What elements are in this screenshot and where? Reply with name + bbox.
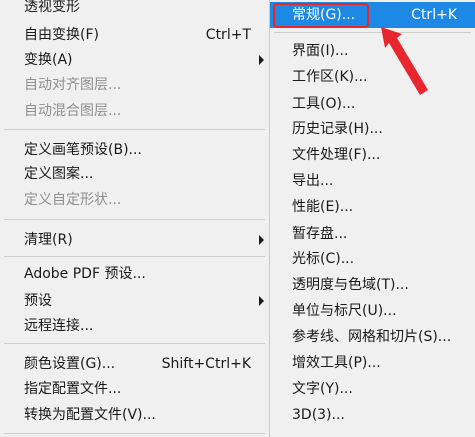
shortcut-label: Ctrl+K (411, 7, 457, 23)
menu-item-label: 参考线、网格和切片(S)... (292, 329, 452, 345)
menu-item-color-settings[interactable]: 颜色设置(G)... Shift+Ctrl+K (0, 351, 269, 377)
submenu-item-workspace[interactable]: 工作区(K)... (270, 64, 475, 90)
menu-item-label: 清理(R) (24, 232, 73, 248)
menu-item-label: 预设 (24, 293, 52, 309)
menu-item-label: 历史记录(H)... (292, 121, 383, 137)
menu-item-label: 单位与标尺(U)... (292, 303, 397, 319)
menu-item-label: 指定配置文件... (24, 381, 122, 397)
submenu-item-type[interactable]: 文字(Y)... (270, 376, 475, 402)
submenu-item-guides-grid-slices[interactable]: 参考线、网格和切片(S)... (270, 324, 475, 350)
menu-item-label: 颜色设置(G)... (24, 356, 116, 372)
menu-item-label: 导出... (292, 173, 334, 189)
menu-item-perspective-warp[interactable]: 透视变形 (0, 0, 269, 20)
submenu-item-history-log[interactable]: 历史记录(H)... (270, 116, 475, 142)
edit-menu: 透视变形 自由变换(F) Ctrl+T 变换(A) 自动对齐图层... 自动混合图… (0, 0, 269, 437)
menu-item-transform[interactable]: 变换(A) (0, 47, 269, 73)
menu-item-label: 自由变换(F) (24, 27, 99, 43)
submenu-arrow-icon (259, 296, 264, 306)
menu-separator (274, 32, 471, 33)
menu-item-label: 工作区(K)... (292, 69, 368, 85)
menu-item-label: 定义画笔预设(B)... (24, 142, 142, 158)
menu-item-label: 工具(O)... (292, 96, 356, 112)
menu-item-purge[interactable]: 清理(R) (0, 227, 269, 253)
menu-item-free-transform[interactable]: 自由变换(F) Ctrl+T (0, 22, 269, 48)
menu-item-label: 光标(C)... (292, 251, 355, 267)
menu-item-label: 文字(Y)... (292, 381, 353, 397)
shortcut-label: Shift+Ctrl+K (161, 356, 251, 372)
menu-item-label: 自动混合图层... (24, 103, 122, 119)
submenu-item-performance[interactable]: 性能(E)... (270, 194, 475, 220)
menu-item-remote-connections[interactable]: 远程连接... (0, 313, 269, 339)
submenu-item-3d[interactable]: 3D(3)... (270, 402, 475, 428)
menu-item-label: 变换(A) (24, 52, 73, 68)
menu-item-label: 文件处理(F)... (292, 147, 381, 163)
menu-item-label: 定义自定形状... (24, 192, 122, 208)
menu-item-label: 界面(I)... (292, 43, 349, 59)
menu-separator (4, 433, 265, 434)
menu-item-label: 增效工具(P)... (292, 355, 381, 371)
menu-item-label: 自动对齐图层... (24, 77, 122, 93)
menu-separator (4, 256, 265, 257)
submenu-item-file-handling[interactable]: 文件处理(F)... (270, 142, 475, 168)
menu-item-assign-profile[interactable]: 指定配置文件... (0, 376, 269, 402)
menu-item-label: 定义图案... (24, 166, 94, 182)
menu-item-define-pattern[interactable]: 定义图案... (0, 161, 269, 187)
submenu-item-tools[interactable]: 工具(O)... (270, 91, 475, 117)
submenu-item-cursors[interactable]: 光标(C)... (270, 246, 475, 272)
menu-item-define-custom-shape: 定义自定形状... (0, 187, 269, 213)
menu-separator (4, 343, 265, 344)
submenu-item-general[interactable]: 常规(G)... Ctrl+K (270, 2, 475, 28)
menu-item-convert-to-profile[interactable]: 转换为配置文件(V)... (0, 402, 269, 428)
menu-item-define-brush-preset[interactable]: 定义画笔预设(B)... (0, 137, 269, 163)
submenu-item-interface[interactable]: 界面(I)... (270, 38, 475, 64)
submenu-arrow-icon (259, 55, 264, 65)
submenu-item-plugins[interactable]: 增效工具(P)... (270, 350, 475, 376)
menu-item-presets[interactable]: 预设 (0, 288, 269, 314)
menu-item-label: 转换为配置文件(V)... (24, 407, 156, 423)
menu-separator (4, 129, 265, 130)
menu-item-label: Adobe PDF 预设... (24, 266, 146, 282)
menu-item-label: 透视变形 (24, 0, 80, 15)
menu-item-label: 性能(E)... (292, 199, 354, 215)
menu-item-label: 透明度与色域(T)... (292, 277, 409, 293)
menu-item-adobe-pdf-presets[interactable]: Adobe PDF 预设... (0, 261, 269, 287)
shortcut-label: Ctrl+T (205, 27, 251, 43)
preferences-submenu: 常规(G)... Ctrl+K 界面(I)... 工作区(K)... 工具(O).… (269, 0, 475, 437)
menu-item-auto-align-layers: 自动对齐图层... (0, 72, 269, 98)
menu-item-label: 暂存盘... (292, 226, 348, 242)
submenu-item-transparency-gamut[interactable]: 透明度与色域(T)... (270, 272, 475, 298)
submenu-item-units-rulers[interactable]: 单位与标尺(U)... (270, 298, 475, 324)
submenu-arrow-icon (259, 235, 264, 245)
submenu-item-export[interactable]: 导出... (270, 168, 475, 194)
menu-item-auto-blend-layers: 自动混合图层... (0, 98, 269, 124)
menu-item-label: 远程连接... (24, 318, 94, 334)
menu-separator (4, 219, 265, 220)
annotation-highlight-box (273, 3, 369, 28)
submenu-item-scratch-disks[interactable]: 暂存盘... (270, 221, 475, 247)
menu-item-label: 3D(3)... (292, 407, 345, 423)
